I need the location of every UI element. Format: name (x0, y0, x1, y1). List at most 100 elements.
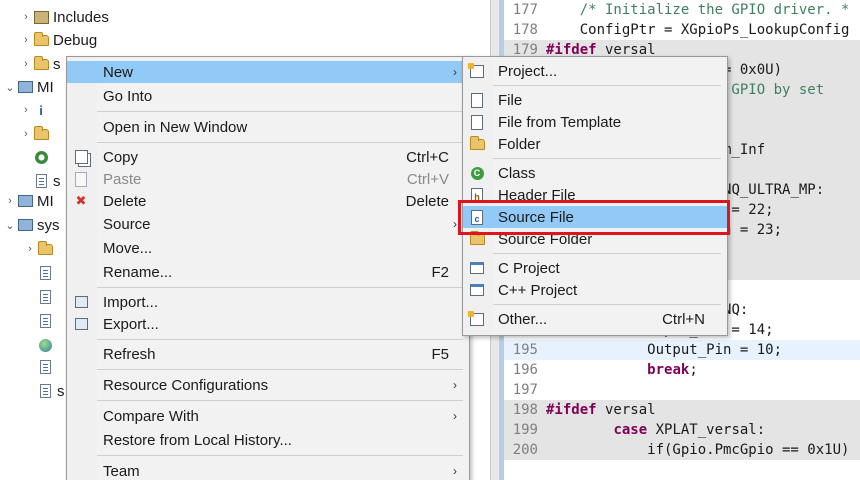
menu-item-shortcut: Delete (405, 192, 449, 210)
menu-item-label: Export... (103, 315, 159, 333)
menu-item-paste[interactable]: Paste Ctrl+V (67, 168, 469, 190)
tree-item-debug[interactable]: › Debug (20, 29, 97, 51)
tree-item-project-mi-2[interactable]: › MI (4, 190, 54, 212)
menu-item-copy[interactable]: Copy Ctrl+C (67, 146, 469, 168)
cpp-project-icon (469, 282, 485, 298)
expand-icon[interactable]: › (24, 243, 36, 255)
code-line[interactable]: 195 Output_Pin = 10; (504, 340, 860, 360)
file-icon (36, 359, 54, 375)
menu-separator (493, 253, 721, 254)
copy-icon (73, 149, 89, 165)
tree-item-project-sys[interactable]: ⌄ sys (4, 214, 60, 236)
code-text: break; (647, 362, 698, 378)
context-menu: New › Go Into Open in New Window Copy Ct… (66, 56, 470, 480)
code-line[interactable]: 198 #ifdef versal (504, 400, 860, 420)
includes-icon (32, 9, 50, 25)
submenu-item-c-project[interactable]: C Project (463, 257, 727, 279)
menu-item-shortcut: F2 (431, 263, 449, 281)
tree-item-settings[interactable] (32, 146, 53, 168)
menu-item-source[interactable]: Source › (67, 213, 469, 235)
tree-item-sys-file[interactable] (36, 356, 57, 378)
submenu-item-file[interactable]: File (463, 89, 727, 111)
expand-icon[interactable]: › (20, 128, 32, 140)
menu-item-rename[interactable]: Rename... F2 (67, 261, 469, 283)
code-text: if(Gpio.PmcGpio == 0x1U) (546, 442, 850, 458)
collapse-icon[interactable]: ⌄ (4, 219, 16, 232)
menu-item-export[interactable]: Export... (67, 313, 469, 335)
menu-item-refresh[interactable]: Refresh F5 (67, 343, 469, 365)
menu-item-open-new-window[interactable]: Open in New Window (67, 116, 469, 138)
tree-item-label: s (53, 55, 61, 73)
code-line[interactable]: 196 break; (504, 360, 860, 380)
tree-item-includes[interactable]: › Includes (20, 6, 109, 28)
menu-item-label: Open in New Window (103, 118, 248, 136)
menu-item-shortcut: Ctrl+C (406, 148, 449, 166)
tree-item-sys-globe[interactable] (36, 334, 57, 356)
menu-item-compare-with[interactable]: Compare With › (67, 405, 469, 427)
header-file-icon (36, 313, 54, 329)
code-line[interactable]: 177 /* Initialize the GPIO driver. * (504, 0, 860, 20)
tree-item-src[interactable]: › s (20, 53, 61, 75)
tree-item-sys-folder[interactable]: › (24, 238, 57, 260)
code-line[interactable]: 178 ConfigPtr = XGpioPs_LookupConfig (504, 20, 860, 40)
menu-item-team[interactable]: Team › (67, 460, 469, 480)
tree-item-project-mi[interactable]: ⌄ MI (4, 76, 53, 98)
menu-item-label: C Project (498, 259, 560, 277)
tree-item-file[interactable]: s (32, 170, 61, 192)
include-icon: i (39, 102, 43, 118)
submenu-arrow-icon: › (453, 378, 457, 392)
file-icon (469, 114, 485, 130)
line-number: 200 (512, 442, 538, 458)
code-line[interactable]: 200 if(Gpio.PmcGpio == 0x1U) (504, 440, 860, 460)
menu-item-import[interactable]: Import... (67, 291, 469, 313)
tree-item-include[interactable]: › i i (20, 99, 53, 121)
submenu-arrow-icon: › (453, 217, 457, 231)
menu-item-label: Go Into (103, 87, 153, 105)
menu-separator (97, 142, 463, 143)
expand-icon[interactable]: › (20, 104, 32, 116)
expand-icon[interactable]: › (4, 195, 16, 207)
menu-item-move[interactable]: Move... (67, 237, 469, 259)
tree-item-label: sys (37, 216, 60, 234)
code-line[interactable]: 197 (504, 380, 860, 400)
tree-item-folder[interactable]: › (20, 123, 53, 145)
tree-item-label: MI (37, 192, 54, 210)
tree-item-sys-file-2[interactable]: s (36, 380, 65, 402)
submenu-item-folder[interactable]: Folder (463, 133, 727, 155)
expand-icon[interactable]: › (20, 11, 32, 23)
menu-separator (97, 111, 463, 112)
tree-item-label: Debug (53, 31, 98, 49)
tree-item-sys-header[interactable] (36, 262, 57, 284)
menu-item-resource-configurations[interactable]: Resource Configurations › (67, 374, 469, 396)
submenu-item-project[interactable]: Project... (463, 60, 727, 82)
collapse-icon[interactable]: ⌄ (4, 81, 16, 94)
menu-item-label: Delete (103, 192, 147, 210)
menu-separator (97, 339, 463, 340)
submenu-item-file-from-template[interactable]: File from Template (463, 111, 727, 133)
folder-icon (32, 125, 50, 142)
other-wizard-icon (468, 310, 485, 327)
menu-item-label: Resource Configurations (103, 376, 269, 394)
class-icon: C (469, 165, 485, 181)
submenu-item-class[interactable]: C Class (463, 162, 727, 184)
tree-item-sys-c[interactable] (36, 286, 57, 308)
menu-item-label: New (103, 63, 134, 81)
submenu-arrow-icon: › (453, 464, 457, 478)
submenu-item-cpp-project[interactable]: C++ Project (463, 279, 727, 301)
menu-item-new[interactable]: New › (67, 61, 469, 83)
file-icon (469, 92, 485, 108)
expand-icon[interactable]: › (20, 58, 32, 70)
tree-item-label: s (57, 382, 65, 400)
menu-item-label: Other... (498, 310, 548, 328)
menu-item-restore-local-history[interactable]: Restore from Local History... (67, 429, 469, 451)
line-number: 178 (512, 22, 538, 38)
menu-item-label: Move... (103, 239, 153, 257)
menu-item-go-into[interactable]: Go Into (67, 85, 469, 107)
code-line[interactable]: 199 case XPLAT_versal: (504, 420, 860, 440)
tree-item-sys-header-2[interactable] (36, 310, 57, 332)
folder-icon (32, 31, 50, 48)
submenu-item-other[interactable]: Other... Ctrl+N (463, 308, 727, 330)
menu-item-delete[interactable]: ✖ Delete Delete (67, 190, 469, 212)
expand-icon[interactable]: › (20, 34, 32, 46)
submenu-arrow-icon: › (453, 409, 457, 423)
